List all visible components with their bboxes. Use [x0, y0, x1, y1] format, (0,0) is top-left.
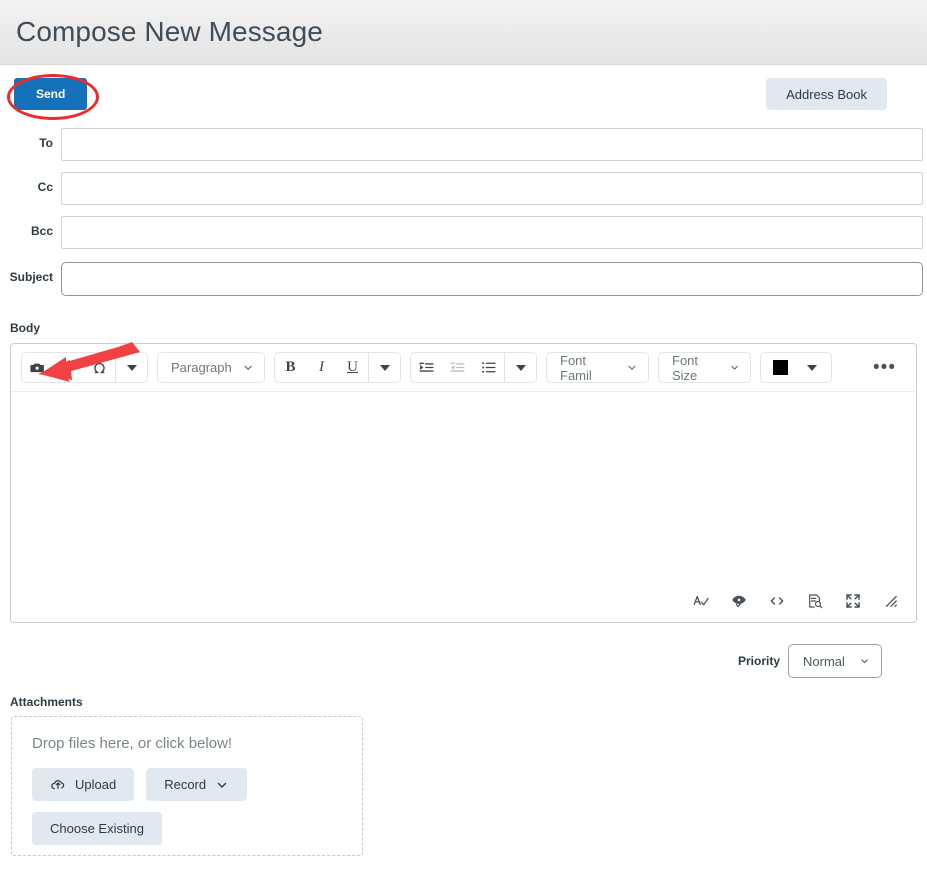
- rich-text-editor: Paragraph B I U Font Famil Font Size •••: [10, 343, 917, 623]
- subject-input[interactable]: [61, 262, 923, 296]
- page-title: Compose New Message: [16, 16, 323, 47]
- paragraph-format-value: Paragraph: [171, 360, 232, 375]
- text-color-swatch[interactable]: [765, 353, 796, 382]
- paragraph-format-select[interactable]: Paragraph: [157, 352, 265, 383]
- priority-row: Priority Normal: [0, 644, 882, 678]
- bullet-list-icon[interactable]: [473, 353, 504, 382]
- insert-more-chevron-down-icon[interactable]: [116, 353, 147, 382]
- bcc-label: Bcc: [30, 224, 53, 238]
- toolbar-overflow-menu-icon[interactable]: •••: [873, 352, 896, 383]
- toolbar-group-insert: [21, 352, 148, 383]
- to-input[interactable]: [61, 128, 923, 161]
- font-size-value: Font Size: [672, 352, 699, 383]
- upload-cloud-icon: [51, 779, 65, 789]
- form-row-cc: Cc: [0, 172, 927, 205]
- color-swatch-black: [773, 360, 788, 375]
- text-color-chevron-down-icon[interactable]: [796, 353, 827, 382]
- bcc-input[interactable]: [61, 216, 923, 249]
- chevron-down-icon: [628, 365, 636, 370]
- priority-value: Normal: [803, 653, 845, 669]
- body-label: Body: [10, 321, 40, 335]
- chevron-down-icon: [861, 659, 868, 664]
- attachments-dropzone[interactable]: Drop files here, or click below! Upload …: [11, 716, 363, 856]
- record-button[interactable]: Record: [146, 768, 248, 801]
- chevron-down-icon: [217, 782, 227, 788]
- record-button-label: Record: [164, 777, 207, 792]
- font-size-select[interactable]: Font Size: [658, 352, 751, 383]
- text-style-more-chevron-down-icon[interactable]: [369, 353, 400, 382]
- upload-button-label: Upload: [75, 777, 117, 792]
- form-row-bcc: Bcc: [0, 216, 927, 249]
- outdent-icon[interactable]: [442, 353, 473, 382]
- subject-label: Subject: [9, 270, 53, 284]
- action-bar: Send Address Book: [0, 65, 927, 123]
- font-family-value: Font Famil: [560, 352, 592, 383]
- toolbar-group-lists: [410, 352, 537, 383]
- choose-existing-button[interactable]: Choose Existing: [32, 812, 162, 845]
- form-row-subject: Subject: [0, 262, 927, 296]
- cc-input[interactable]: [61, 172, 923, 205]
- accessibility-checker-icon[interactable]: [728, 590, 750, 612]
- body-editor-content[interactable]: [11, 391, 916, 584]
- underline-icon[interactable]: U: [337, 353, 368, 382]
- address-book-button[interactable]: Address Book: [766, 78, 887, 110]
- form-row-to: To: [0, 128, 927, 161]
- fullscreen-icon[interactable]: [842, 590, 864, 612]
- attachment-button-row: Upload Record: [32, 768, 342, 801]
- camera-icon[interactable]: [22, 353, 53, 382]
- resize-handle-icon[interactable]: [880, 590, 902, 612]
- chevron-down-icon: [244, 365, 252, 370]
- html-source-icon[interactable]: [766, 590, 788, 612]
- upload-button[interactable]: Upload: [32, 768, 135, 801]
- page-header: Compose New Message: [0, 0, 927, 65]
- cc-label: Cc: [37, 180, 53, 194]
- editor-footer: [11, 584, 916, 622]
- word-count-icon[interactable]: [804, 590, 826, 612]
- toolbar-group-text-style: B I U: [274, 352, 401, 383]
- toolbar-group-text-color: [760, 352, 832, 383]
- lists-more-chevron-down-icon[interactable]: [505, 353, 536, 382]
- editor-toolbar: Paragraph B I U Font Famil Font Size •••: [11, 344, 916, 391]
- font-family-select[interactable]: Font Famil: [546, 352, 649, 383]
- dropzone-text: Drop files here, or click below!: [32, 735, 233, 752]
- indent-icon[interactable]: [411, 353, 442, 382]
- italic-icon[interactable]: I: [306, 353, 337, 382]
- priority-label: Priority: [737, 654, 780, 668]
- to-label: To: [39, 136, 53, 150]
- chevron-down-icon: [731, 365, 738, 370]
- link-icon[interactable]: [53, 353, 84, 382]
- send-button[interactable]: Send: [14, 78, 88, 110]
- attachments-label: Attachments: [10, 695, 83, 709]
- spellcheck-icon[interactable]: [690, 590, 712, 612]
- priority-select[interactable]: Normal: [788, 644, 882, 678]
- bold-icon[interactable]: B: [275, 353, 306, 382]
- omega-icon[interactable]: [84, 353, 115, 382]
